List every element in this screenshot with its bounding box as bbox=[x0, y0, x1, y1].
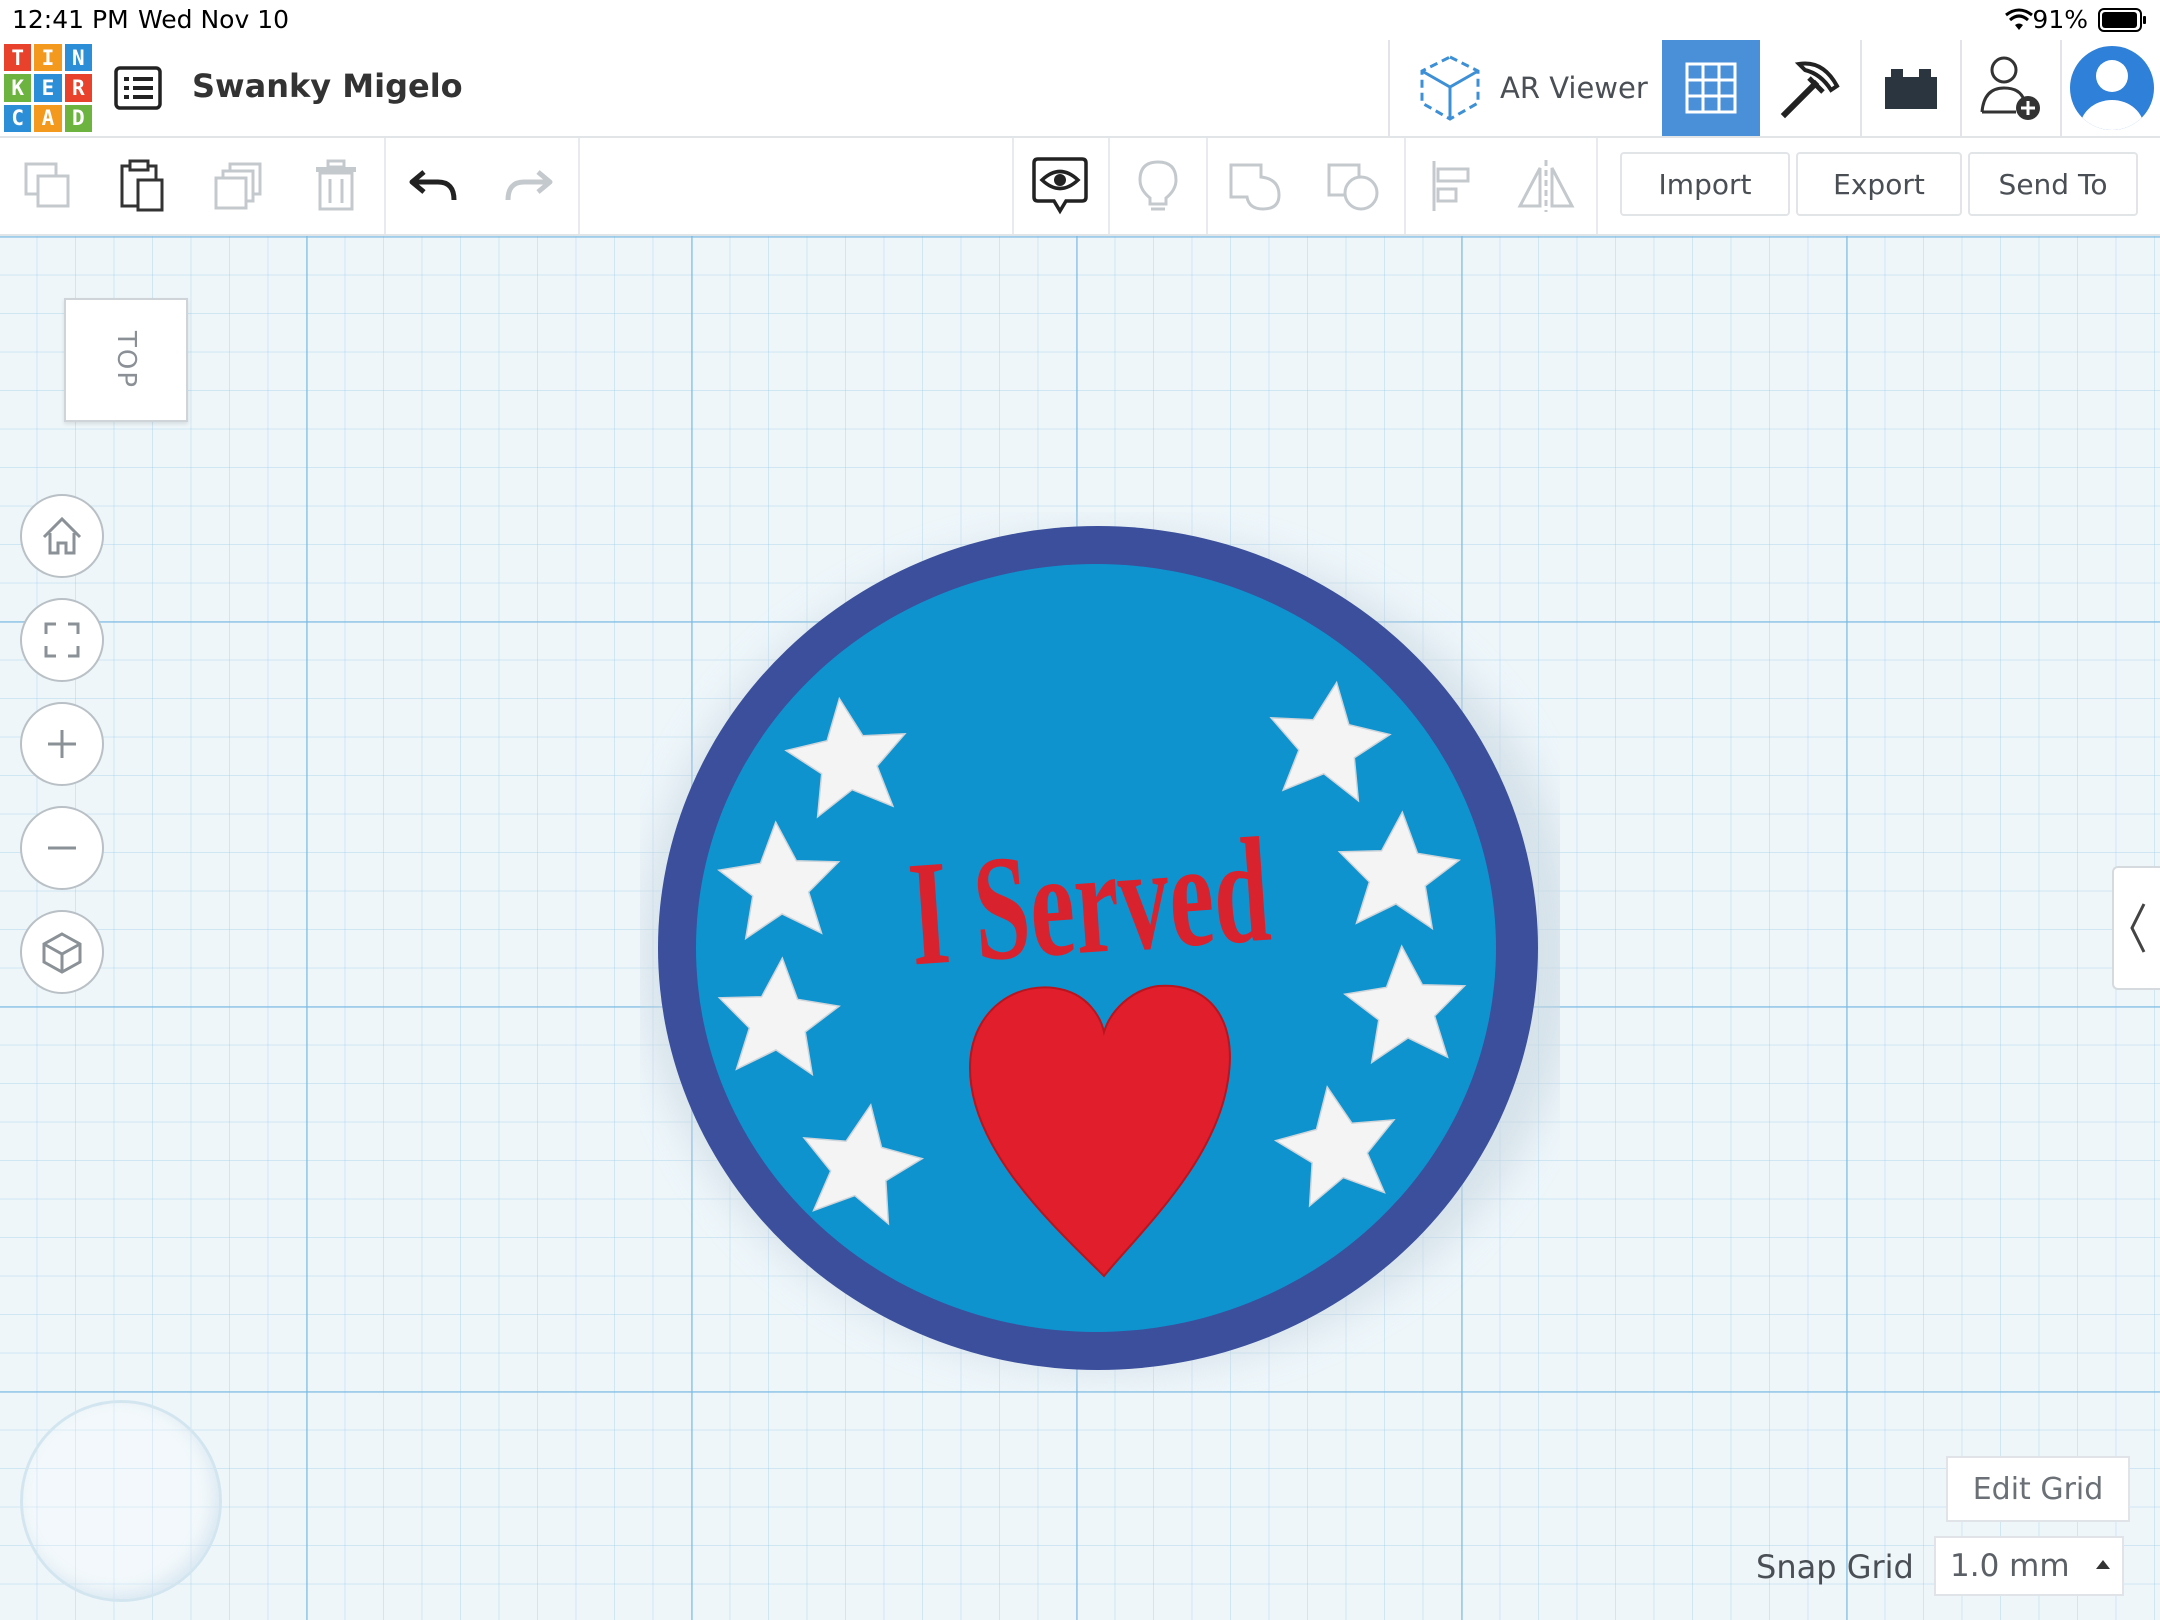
redo-button[interactable] bbox=[494, 152, 562, 220]
caret-up-icon bbox=[2096, 1560, 2110, 1569]
send-to-button[interactable]: Send To bbox=[1968, 152, 2138, 216]
chevron-left-icon bbox=[2130, 903, 2146, 953]
zoom-out-button[interactable] bbox=[20, 806, 104, 890]
export-button[interactable]: Export bbox=[1796, 152, 1962, 216]
align-icon bbox=[1432, 161, 1470, 211]
notes-button[interactable] bbox=[1124, 152, 1192, 220]
plus-icon bbox=[48, 730, 76, 758]
ar-viewer-button[interactable]: AR Viewer bbox=[1390, 40, 1660, 136]
undo-button[interactable] bbox=[400, 152, 468, 220]
status-date: Wed Nov 10 bbox=[138, 5, 290, 34]
pickaxe-icon bbox=[1780, 61, 1840, 119]
toolbar-divider bbox=[1596, 138, 1598, 234]
fit-icon bbox=[44, 622, 80, 658]
ungroup-icon bbox=[1327, 163, 1379, 211]
battery-percent: 91% bbox=[2032, 5, 2088, 34]
zoom-in-button[interactable] bbox=[20, 702, 104, 786]
toolbar-divider bbox=[384, 138, 386, 234]
toolbar-divider bbox=[578, 138, 580, 234]
status-time: 12:41 PM bbox=[12, 5, 129, 34]
import-button[interactable]: Import bbox=[1620, 152, 1790, 216]
i-served-badge[interactable]: I Served bbox=[640, 512, 1560, 1392]
snap-grid-label: Snap Grid bbox=[1756, 1548, 1914, 1586]
ungroup-button[interactable] bbox=[1320, 152, 1388, 220]
3d-design-view-button[interactable] bbox=[1662, 40, 1760, 136]
group-button[interactable] bbox=[1222, 152, 1290, 220]
snap-grid-value: 1.0 mm bbox=[1950, 1548, 2070, 1584]
redo-icon bbox=[505, 170, 553, 201]
battery-icon bbox=[2098, 8, 2146, 32]
perspective-button[interactable] bbox=[20, 910, 104, 994]
mirror-icon bbox=[1517, 160, 1575, 212]
tinkercad-logo[interactable]: T I N K E R C A D bbox=[4, 44, 92, 132]
grid-icon bbox=[1685, 62, 1737, 114]
paste-icon bbox=[120, 159, 164, 212]
design-list-icon[interactable] bbox=[112, 62, 164, 114]
cube-icon bbox=[42, 932, 82, 974]
eye-bubble-icon bbox=[1032, 157, 1088, 215]
home-view-button[interactable] bbox=[20, 494, 104, 578]
paste-button[interactable] bbox=[108, 152, 176, 220]
toolbar-divider bbox=[1404, 138, 1406, 234]
view-cube-label: TOP bbox=[111, 330, 141, 390]
trash-icon bbox=[316, 159, 356, 211]
show-all-button[interactable] bbox=[1026, 152, 1094, 220]
header-divider bbox=[2060, 40, 2062, 136]
logo-letter: D bbox=[64, 104, 92, 132]
bricks-view-button[interactable] bbox=[1862, 40, 1960, 136]
brick-icon bbox=[1885, 69, 1937, 109]
cube-ar-icon bbox=[1420, 55, 1480, 121]
logo-letter: A bbox=[34, 104, 62, 132]
duplicate-button[interactable] bbox=[206, 152, 274, 220]
toolbar-divider bbox=[1108, 138, 1110, 234]
minus-icon bbox=[48, 846, 76, 850]
wifi-icon bbox=[2005, 8, 2033, 30]
blocks-view-button[interactable] bbox=[1762, 40, 1860, 136]
toolbar-divider bbox=[1012, 138, 1014, 234]
status-bar bbox=[0, 0, 2160, 40]
delete-button[interactable] bbox=[302, 152, 370, 220]
logo-letter: N bbox=[64, 44, 92, 72]
logo-letter: I bbox=[34, 44, 62, 72]
group-icon bbox=[1229, 163, 1281, 211]
home-icon bbox=[42, 516, 82, 555]
ar-viewer-label: AR Viewer bbox=[1500, 71, 1648, 105]
toolbar-divider bbox=[1206, 138, 1208, 234]
design-title[interactable]: Swanky Migelo bbox=[192, 67, 463, 105]
badge-text: I Served bbox=[904, 807, 1275, 998]
edit-grid-button[interactable]: Edit Grid bbox=[1946, 1456, 2130, 1522]
duplicate-icon bbox=[214, 162, 262, 210]
lightbulb-icon bbox=[1138, 160, 1178, 211]
shapes-panel-toggle[interactable] bbox=[2112, 866, 2160, 990]
logo-letter: K bbox=[4, 74, 32, 102]
logo-letter: E bbox=[34, 74, 62, 102]
invite-user-button[interactable] bbox=[1962, 40, 2060, 136]
copy-button[interactable] bbox=[14, 152, 82, 220]
avatar[interactable] bbox=[2068, 42, 2156, 132]
add-user-icon bbox=[1980, 56, 2040, 120]
orbit-control[interactable] bbox=[20, 1400, 222, 1602]
snap-grid-select[interactable]: 1.0 mm bbox=[1934, 1536, 2124, 1596]
fit-view-button[interactable] bbox=[20, 598, 104, 682]
logo-letter: C bbox=[4, 104, 32, 132]
logo-letter: T bbox=[4, 44, 32, 72]
view-cube[interactable]: TOP bbox=[64, 298, 188, 422]
logo-letter: R bbox=[64, 74, 92, 102]
copy-icon bbox=[24, 162, 70, 208]
align-button[interactable] bbox=[1418, 152, 1486, 220]
undo-icon bbox=[409, 170, 457, 201]
mirror-button[interactable] bbox=[1512, 152, 1580, 220]
